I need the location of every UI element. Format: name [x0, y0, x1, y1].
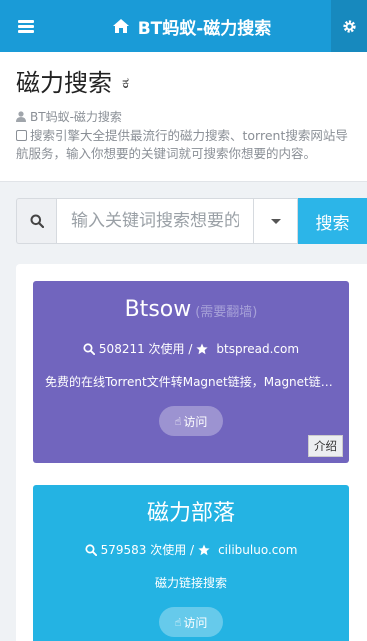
search-input[interactable] [56, 198, 254, 244]
settings-button[interactable] [331, 0, 367, 52]
visit-button-label: 访问 [183, 615, 208, 630]
top-navbar: BT蚂蚁-磁力搜索 [0, 0, 367, 52]
site-card: 磁力部落 579583 次使用 / cilibuluo.com 磁力链接搜索 ☝… [33, 485, 349, 641]
intro-button[interactable]: 介绍 [308, 435, 343, 457]
site-card-stats: 508211 次使用 / btspread.com [33, 340, 349, 357]
visit-button[interactable]: ☝ 访问 [158, 607, 224, 637]
emoticon: ಕ [122, 73, 130, 92]
page-header: 磁力搜索 ಕ BT蚂蚁-磁力搜索 搜索引擎大全提供最流行的磁力搜索、torren… [0, 52, 367, 182]
star-icon [196, 343, 209, 354]
site-domain: cilibuluo.com [218, 542, 298, 557]
hamburger-icon [18, 19, 34, 33]
site-card-title: Btsow (需要翻墙) [33, 281, 349, 328]
search-icon [30, 214, 44, 228]
search-icon [83, 342, 95, 355]
site-card-stats: 579583 次使用 / cilibuluo.com [33, 541, 349, 558]
sites-panel: Btsow (需要翻墙) 508211 次使用 / btspread.com 免费… [16, 264, 367, 641]
visit-button[interactable]: ☝ 访问 [158, 406, 224, 436]
site-card: Btsow (需要翻墙) 508211 次使用 / btspread.com 免费… [33, 281, 349, 463]
visit-button-label: 访问 [183, 414, 208, 429]
hand-pointer-icon: ☝ [174, 414, 182, 428]
page-title-row: 磁力搜索 ಕ [16, 68, 351, 98]
site-card-description: 磁力链接搜索 [154, 576, 227, 590]
page-title: 磁力搜索 [16, 69, 112, 97]
gear-icon [342, 19, 356, 33]
site-title: BT蚂蚁-磁力搜索 [137, 18, 272, 39]
usage-count: 508211 次使用 / [98, 342, 193, 356]
site-name: BT蚂蚁-磁力搜索 [30, 110, 122, 124]
caret-down-icon [270, 218, 281, 224]
site-card-description: 免费的在线Torrent文件转Magnet链接，Magnet链接转Torrent… [45, 375, 349, 389]
usage-count: 579583 次使用 / [100, 543, 195, 557]
site-line: BT蚂蚁-磁力搜索 [16, 108, 351, 125]
hand-pointer-icon: ☝ [174, 615, 182, 629]
description-text: 搜索引擎大全提供最流行的磁力搜索、torrent搜索网站导航服务，输入你想要的关… [16, 128, 348, 161]
user-icon [16, 111, 26, 122]
page-description: 搜索引擎大全提供最流行的磁力搜索、torrent搜索网站导航服务，输入你想要的关… [16, 127, 351, 163]
search-bar: 搜索 [16, 198, 367, 244]
menu-button[interactable] [0, 0, 52, 52]
search-engine-dropdown[interactable] [254, 198, 298, 244]
search-icon [85, 543, 97, 556]
site-title-link[interactable]: BT蚂蚁-磁力搜索 [52, 14, 331, 39]
star-icon [198, 544, 210, 555]
search-button[interactable]: 搜索 [298, 198, 367, 244]
check-square-icon [16, 130, 27, 141]
search-addon [16, 198, 56, 244]
site-card-title: 磁力部落 [33, 485, 349, 529]
site-card-name[interactable]: Btsow [125, 297, 192, 322]
site-card-name[interactable]: 磁力部落 [147, 501, 235, 526]
site-domain: btspread.com [216, 341, 300, 356]
home-icon [112, 19, 129, 33]
site-card-subtitle: (需要翻墙) [195, 305, 258, 320]
